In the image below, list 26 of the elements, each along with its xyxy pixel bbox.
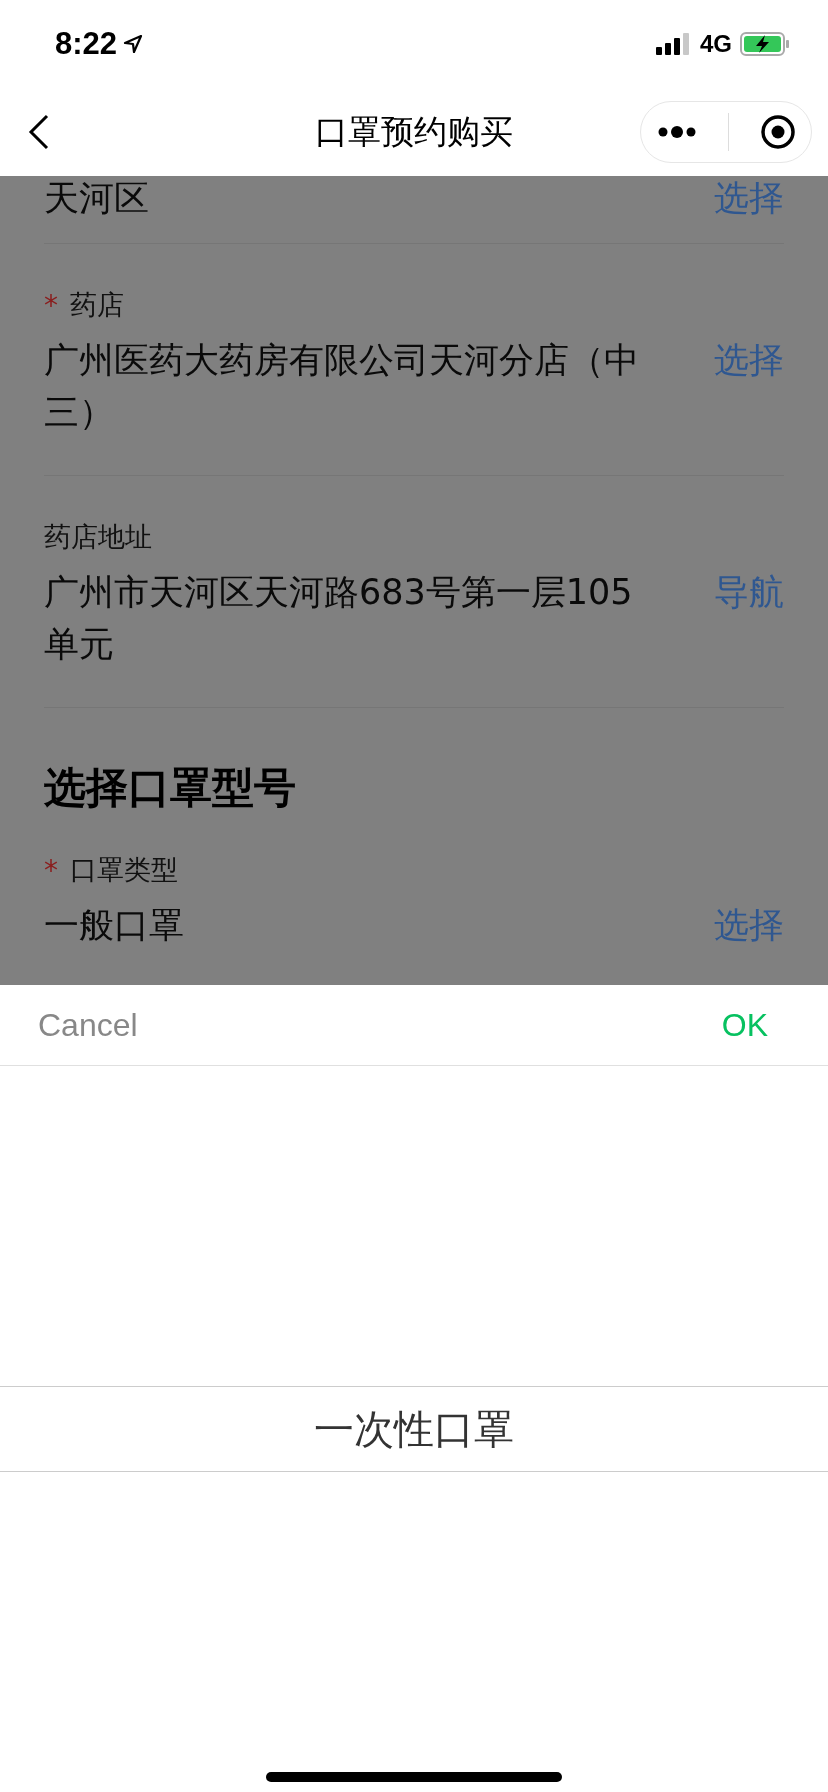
field-value: 天河区 (44, 177, 149, 220)
network-type: 4G (700, 30, 732, 58)
location-arrow-icon (123, 34, 144, 54)
battery-charging-icon (740, 32, 790, 56)
picker-option[interactable]: 一次性口罩 (0, 1386, 828, 1472)
cancel-button[interactable]: Cancel (38, 1006, 138, 1044)
section-heading: 选择口罩型号 (44, 764, 297, 812)
status-time: 8:22 (55, 26, 118, 62)
more-icon[interactable] (656, 125, 697, 139)
field-label: 口罩类型 (70, 853, 178, 887)
required-mark: * (44, 853, 58, 887)
field-value: 广州市天河区天河路683号第一层105单元 (44, 571, 634, 666)
action-link[interactable]: 选择 (714, 176, 784, 224)
field-label: 药店 (70, 288, 124, 322)
ok-button[interactable]: OK (721, 1006, 768, 1044)
close-target-icon[interactable] (759, 114, 796, 150)
action-link[interactable]: 选择 (714, 334, 784, 386)
field-value: 广州医药大药房有限公司天河分店（中三） (44, 339, 640, 434)
page-title: 口罩预约购买 (314, 110, 514, 153)
signal-icon (656, 33, 692, 55)
action-link[interactable]: 选择 (714, 899, 784, 951)
back-button[interactable] (28, 114, 50, 150)
required-mark: * (44, 288, 58, 322)
field-label: 药店地址 (44, 520, 152, 554)
field-value: 一般口罩 (44, 904, 184, 947)
action-link[interactable]: 导航 (714, 566, 784, 618)
